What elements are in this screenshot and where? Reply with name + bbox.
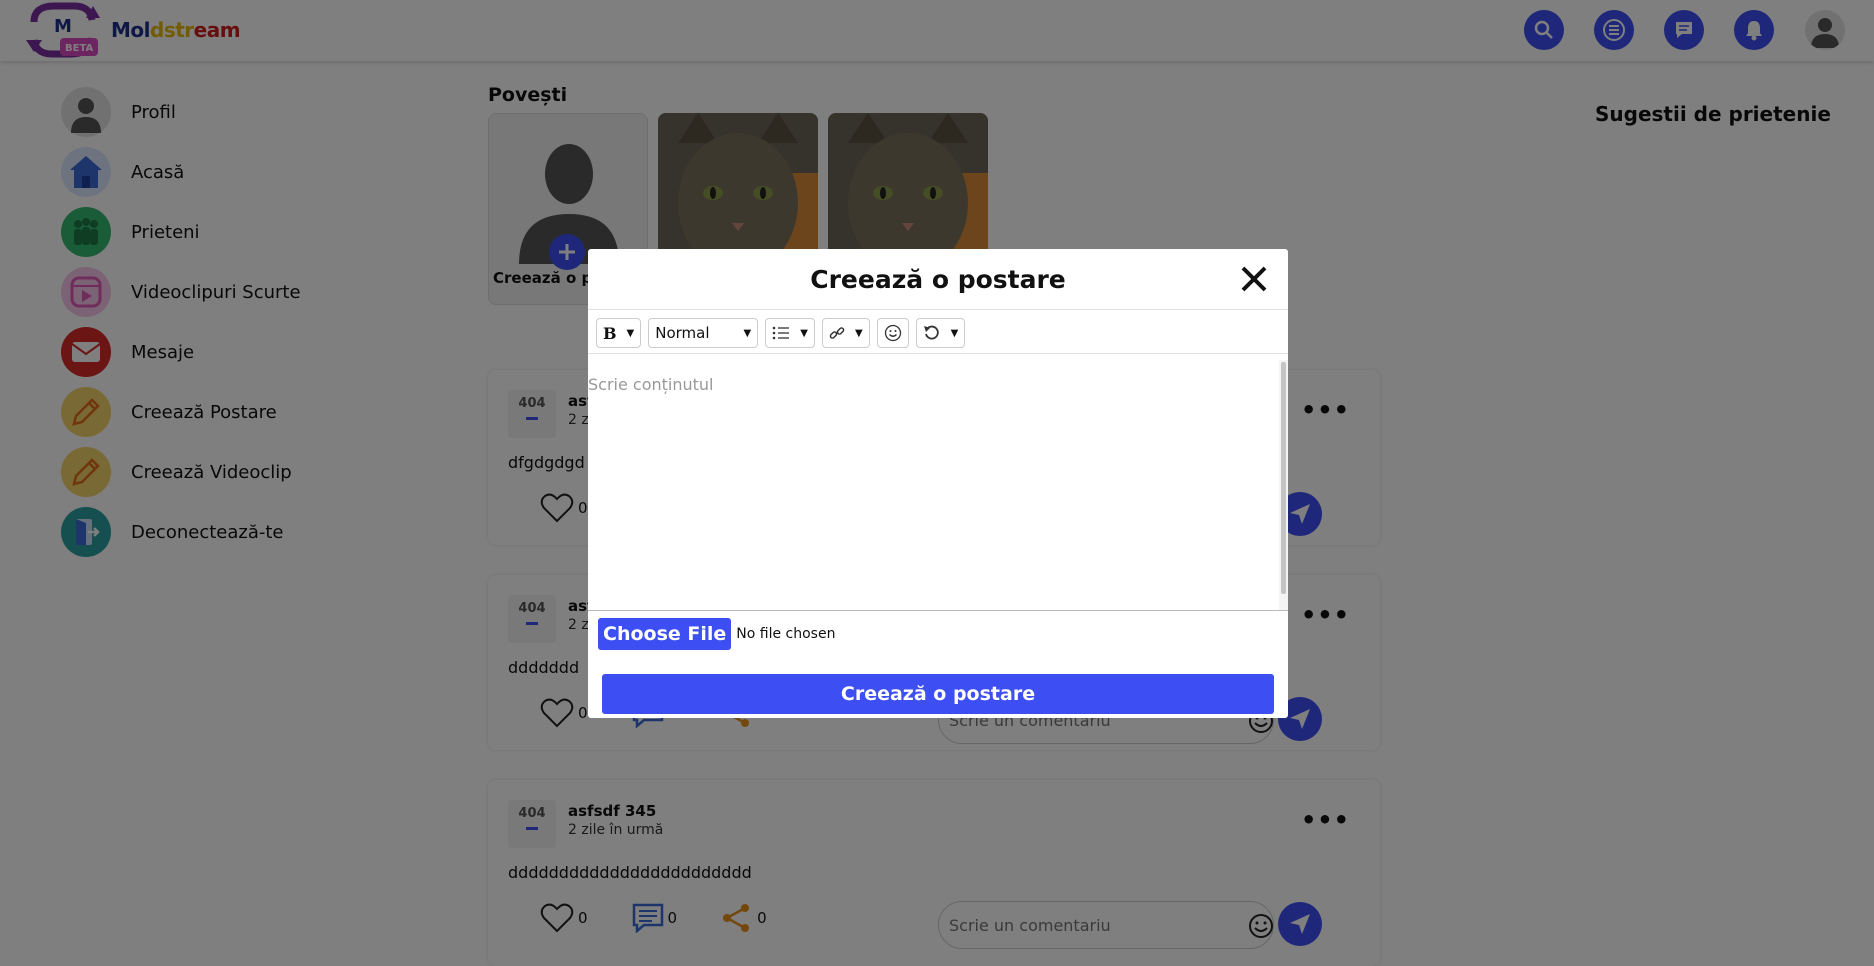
chevron-down-icon: ▼ (800, 327, 808, 339)
editor-scrollbar-thumb[interactable] (1281, 362, 1286, 594)
heading-select-value: Normal (655, 324, 710, 342)
emoji-button[interactable] (876, 318, 909, 348)
divider (588, 610, 1288, 611)
choose-file-button[interactable]: Choose File (598, 618, 732, 650)
bold-icon: B (603, 323, 617, 343)
list-button[interactable]: ▼ (765, 318, 815, 348)
editor-toolbar: B ▼ Normal ▼ ▼ ▼ ▼ (596, 318, 972, 348)
file-status: No file chosen (736, 626, 836, 642)
chevron-down-icon: ▼ (743, 327, 752, 339)
content-editor[interactable]: Scrie conținutul (588, 360, 1288, 610)
chevron-down-icon: ▼ (626, 327, 635, 339)
close-icon[interactable] (1238, 263, 1270, 295)
modal-title: Creează o postare (810, 265, 1066, 294)
link-button[interactable]: ▼ (821, 318, 870, 348)
emoji-icon (884, 324, 901, 342)
heading-select[interactable]: Normal ▼ (648, 318, 759, 348)
create-post-button[interactable]: Creează o postare (602, 674, 1274, 714)
list-icon (772, 326, 790, 340)
link-icon (829, 327, 845, 339)
editor-placeholder: Scrie conținutul (588, 375, 714, 394)
chevron-down-icon: ▼ (854, 327, 863, 339)
file-upload: Choose File No file chosen (598, 618, 835, 650)
divider (588, 309, 1288, 310)
chevron-down-icon: ▼ (950, 327, 959, 339)
divider (588, 353, 1288, 354)
undo-button[interactable]: ▼ (915, 318, 966, 348)
bold-button[interactable]: B ▼ (596, 318, 642, 348)
undo-icon (923, 325, 939, 340)
create-post-modal: Creează o postare B ▼ Normal ▼ ▼ ▼ ▼ Scr… (588, 249, 1288, 718)
